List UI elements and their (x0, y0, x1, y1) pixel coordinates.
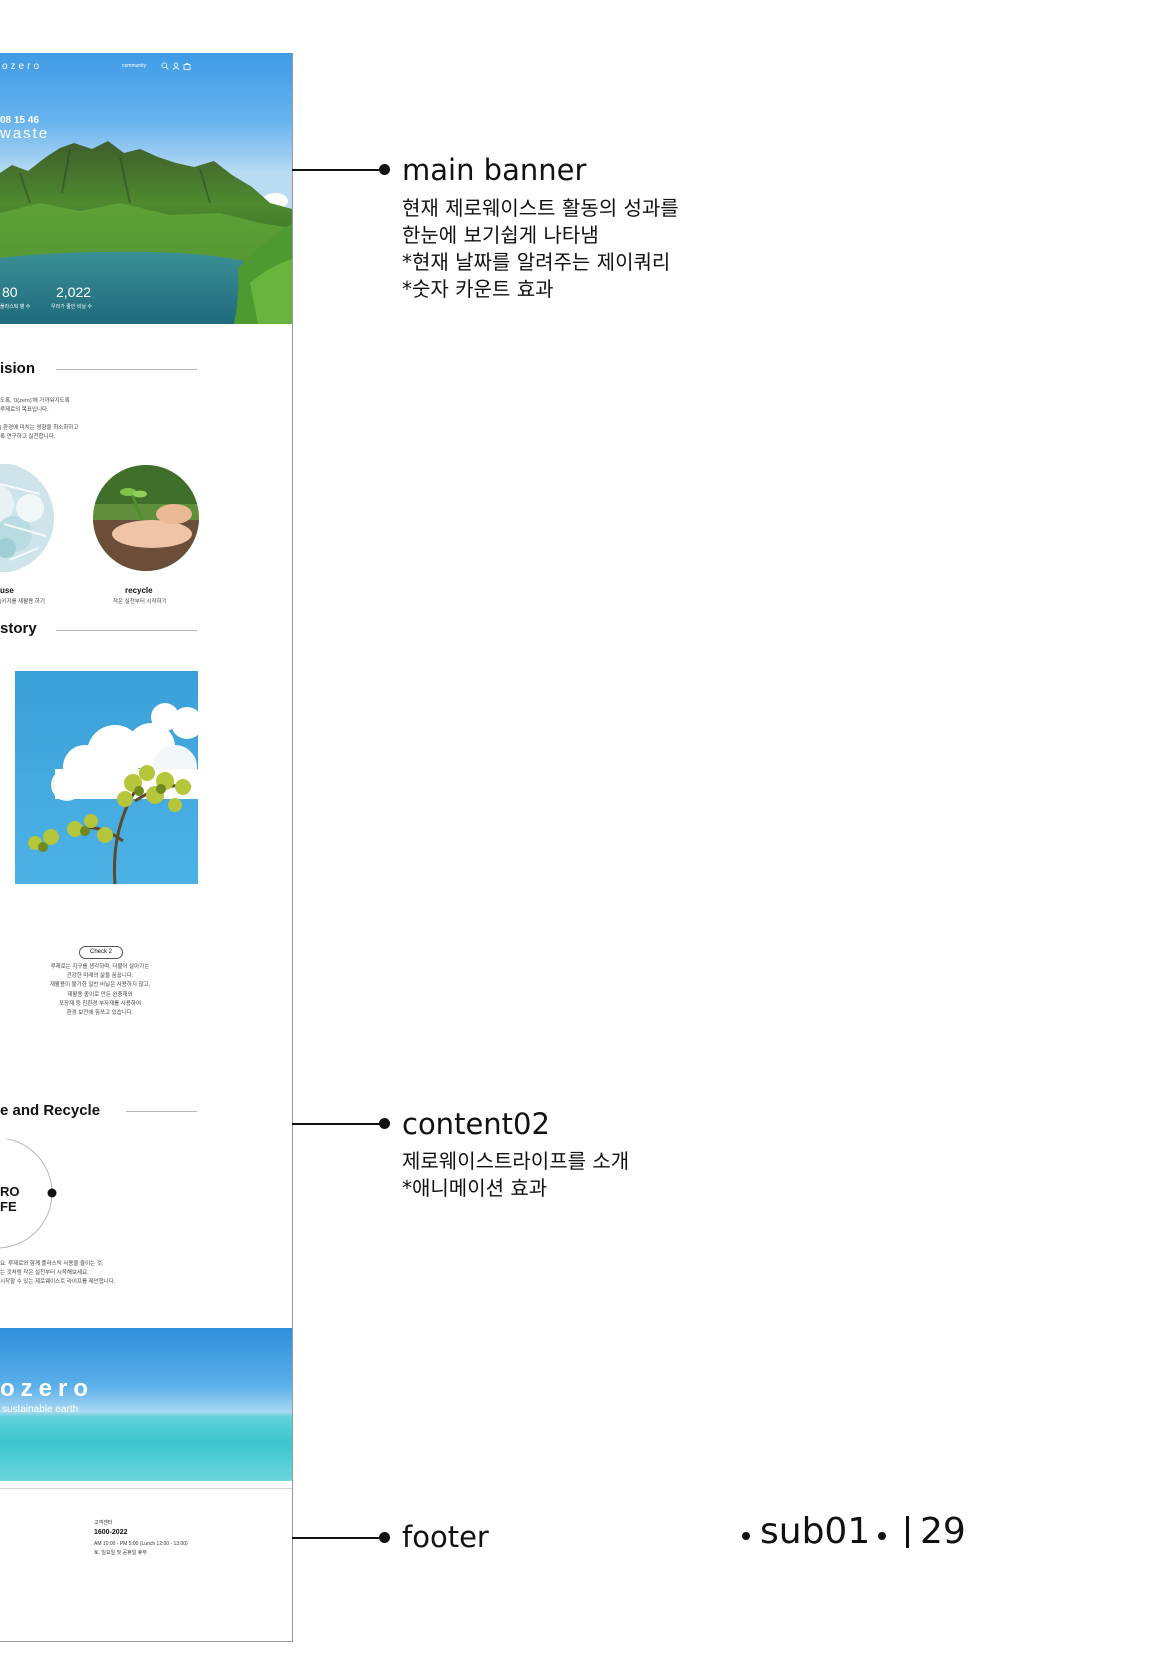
footer-phone: 1600-2022 (94, 1529, 128, 1536)
recycle-text: 요. 루제로와 함께 플라스틱 사용을 줄이는 것, (0, 1261, 104, 1267)
story-text: 재활용이 불가한 일반 비닐은 사용하지 않고, (49, 982, 151, 989)
stat-label: 우리가 줄인 비닐 수 (51, 304, 92, 310)
reuse-caption: |키지를 재활용 하기 (0, 599, 45, 605)
annotation-connector (292, 169, 384, 171)
vision-text: 록 연구하고 실천합니다. (0, 434, 56, 440)
annotation-desc: *현재 날짜를 알려주는 제이쿼리 (402, 250, 671, 274)
page-section: sub01 (760, 1511, 871, 1552)
stat-label: 플라스틱 병 수 (0, 304, 31, 310)
website-mockup: ozero community 08 15 46 waste 80 플라스틱 병… (0, 53, 293, 1642)
stat-number: 80 (2, 284, 18, 300)
footer-divider (0, 1488, 292, 1489)
page-number: 29 (920, 1511, 966, 1552)
divider (56, 369, 197, 370)
story-text: 포장재 등 친환경 부자재를 사용하여 (58, 1000, 141, 1007)
search-icon[interactable] (161, 62, 169, 70)
zero-life-line: FE (0, 1199, 17, 1214)
recycle-text: 시작할 수 있는 제로웨이스트 라이프를 제안합니다. (0, 1279, 116, 1285)
story-text: 루제로는 지구를 생각하며, 더불어 살아가는 (50, 964, 150, 970)
story-title: story (0, 620, 37, 637)
nav-community[interactable]: community (122, 63, 146, 69)
recycle-caption: 작은 실천부터 시작하기 (113, 599, 167, 605)
stat-number: 2,022 (56, 284, 92, 300)
bottom-logo: ozero (0, 1375, 95, 1402)
annotation-title: content02 (402, 1107, 550, 1141)
site-logo[interactable]: ozero (2, 61, 42, 72)
story-text-block: 루제로는 지구를 생각하며, 더불어 살아가는 건강한 미래의 삶을 꿈꿉니다.… (20, 963, 180, 1018)
zero-life-line: RO (0, 1184, 20, 1199)
main-banner: ozero community 08 15 46 waste 80 플라스틱 병… (0, 53, 292, 324)
vision-title: ision (0, 360, 36, 377)
footer-label: 고객센터 (94, 1520, 113, 1526)
bullet-dot (742, 1532, 750, 1540)
zero-life-text: RO FE (0, 1184, 20, 1214)
annotation-desc: *숫자 카운트 효과 (402, 277, 554, 301)
vision-text: 도록, '0(zero)'에 가까워지도록 (0, 398, 70, 404)
separator-bar (906, 1516, 909, 1548)
recycle-image (93, 465, 199, 571)
bottom-tagline: sustainable earth (2, 1404, 79, 1415)
user-icon[interactable] (172, 62, 180, 70)
story-text: 환경 보전에 힘쓰고 있습니다. (66, 1010, 134, 1017)
reuse-title: use (0, 586, 14, 595)
bullet-dot (878, 1532, 886, 1540)
recycle-text: 는 것처럼 작은 실천부터 시작해보세요. (0, 1270, 89, 1276)
annotation-desc: 현재 제로웨이스트 활동의 성과를 (402, 196, 679, 220)
divider (56, 630, 197, 631)
story-image (15, 671, 198, 884)
banner-headline: waste (0, 125, 50, 142)
check-badge: Check 2 (79, 946, 123, 959)
annotation-desc: *애니메이션 효과 (402, 1176, 548, 1200)
annotation-title: footer (402, 1520, 489, 1554)
annotation-desc: 한눈에 보기쉽게 나타냄 (402, 223, 599, 247)
bottom-banner: ozero sustainable earth (0, 1328, 292, 1481)
annotation-connector (292, 1537, 384, 1539)
annotation-connector (292, 1123, 384, 1125)
cart-icon[interactable] (183, 62, 191, 70)
divider (126, 1111, 197, 1112)
recycle-title: recycle (125, 586, 153, 595)
vision-text: | 환경에 미치는 영향을 최소화하고 (0, 425, 79, 431)
annotation-desc: 제로웨이스트라이프를 소개 (402, 1149, 630, 1173)
story-text: 건강한 미래의 삶을 꿈꿉니다. (66, 973, 134, 980)
reuse-image (0, 464, 54, 572)
mountain-landscape (0, 141, 292, 324)
footer-hours: AM 10:00 - PM 5:00 (Lunch 12:00 - 13:00) (94, 1541, 188, 1547)
annotation-title: main banner (402, 153, 587, 187)
annotation-dot (379, 164, 390, 175)
story-text: 재활용 종이로 만든 완충재와 (67, 991, 133, 998)
recycle-section-title: e and Recycle (0, 1102, 101, 1119)
footer-holiday: 토, 일요일 및 공휴일 휴무 (94, 1550, 147, 1556)
annotation-dot (379, 1532, 390, 1543)
annotation-dot (379, 1118, 390, 1129)
vision-text: 루제로의 목표입니다. (0, 407, 49, 413)
